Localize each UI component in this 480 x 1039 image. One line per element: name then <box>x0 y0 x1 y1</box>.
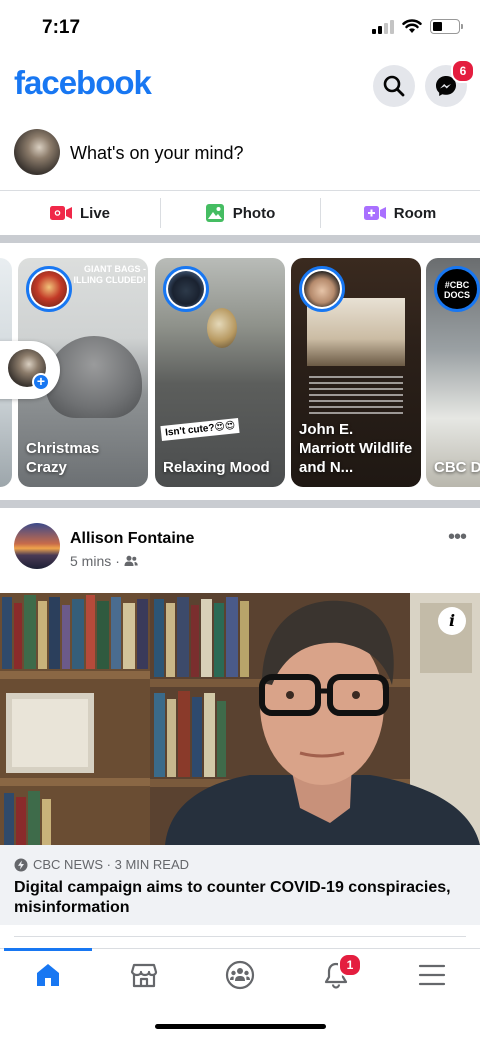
post-author[interactable]: Allison Fontaine <box>70 530 194 548</box>
cellular-signal-icon <box>372 19 394 34</box>
nav-home[interactable] <box>0 948 96 1000</box>
author-avatar[interactable] <box>14 523 60 569</box>
link-source: CBC NEWS · 3 MIN READ <box>14 857 189 872</box>
friends-icon <box>124 555 138 566</box>
user-avatar[interactable] <box>14 129 60 175</box>
story-thumbnail <box>207 308 237 348</box>
room-label: Room <box>393 204 437 222</box>
post-time[interactable]: 5 mins <box>70 553 111 569</box>
notifications-badge: 1 <box>337 953 362 977</box>
messenger-badge: 6 <box>451 59 475 83</box>
status-time: 7:17 <box>42 17 81 38</box>
meta-separator: · <box>115 553 120 569</box>
groups-icon <box>225 960 255 989</box>
nav-menu[interactable] <box>384 949 480 1000</box>
link-title[interactable]: Digital campaign aims to counter COVID-1… <box>14 878 466 918</box>
bottom-nav: 1 <box>0 948 480 1000</box>
story-avatar <box>163 266 209 312</box>
live-label: Live <box>79 204 110 222</box>
story-card[interactable]: Isn't cute?😍😍 Relaxing Mood <box>155 258 285 487</box>
post-header: Allison Fontaine 5 mins · ••• <box>0 508 480 593</box>
link-source-text: CBC NEWS · 3 MIN READ <box>33 857 190 872</box>
link-preview[interactable]: CBC NEWS · 3 MIN READ Digital campaign a… <box>0 845 480 925</box>
nav-notifications[interactable]: 1 <box>288 949 384 1000</box>
nav-groups[interactable] <box>192 949 288 1000</box>
story-name: Relaxing Mood <box>163 459 270 476</box>
photo-icon <box>205 204 224 222</box>
story-card[interactable]: #CBC DOCS CBC D <box>426 258 480 487</box>
live-video-icon <box>49 206 72 220</box>
story-avatar <box>299 266 345 312</box>
battery-icon <box>430 19 463 34</box>
photo-button[interactable]: Photo <box>160 191 320 235</box>
story-name: John E. Marriott Wildlife and N... <box>299 421 413 476</box>
create-story-button[interactable]: + <box>0 341 60 399</box>
story-overlay-text: GIANT BAGS - ILLING CLUDED! <box>73 264 147 285</box>
wifi-icon <box>402 19 422 33</box>
post-photo <box>0 593 480 845</box>
story-name: Christmas Crazy <box>26 440 100 476</box>
story-sticker: Isn't cute?😍😍 <box>160 417 241 442</box>
divider <box>14 936 466 937</box>
search-icon <box>383 75 405 97</box>
story-thumbnail <box>46 336 142 418</box>
room-icon <box>363 206 386 220</box>
live-button[interactable]: Live <box>0 191 160 235</box>
photo-label: Photo <box>232 204 276 222</box>
story-card[interactable]: John E. Marriott Wildlife and N... <box>291 258 421 487</box>
status-bar: 7:17 <box>0 0 480 58</box>
home-icon <box>37 963 59 986</box>
story-caption-lines <box>309 376 403 416</box>
post-meta: 5 mins · <box>70 553 138 569</box>
section-separator <box>0 235 480 243</box>
menu-icon <box>418 964 446 985</box>
composer-actions: Live Photo Room <box>0 191 480 235</box>
story-avatar <box>26 266 72 312</box>
story-name: CBC D <box>434 459 480 476</box>
plus-icon: + <box>32 373 50 391</box>
home-indicator <box>155 1024 326 1029</box>
app-header: facebook 6 <box>0 58 480 118</box>
info-button[interactable]: i <box>438 607 466 635</box>
stories-tray: GIANT BAGS - ILLING CLUDED! Christmas Cr… <box>0 243 480 500</box>
composer[interactable]: What's on your mind? <box>0 118 480 190</box>
messenger-button[interactable]: 6 <box>425 59 475 107</box>
story-avatar: #CBC DOCS <box>434 266 480 312</box>
nav-marketplace[interactable] <box>96 949 192 1000</box>
post-image[interactable]: i <box>0 593 480 845</box>
instant-article-icon <box>14 858 28 871</box>
story-avatar-label: #CBC DOCS <box>439 271 475 307</box>
composer-input[interactable]: What's on your mind? <box>70 143 244 164</box>
marketplace-icon <box>130 963 158 987</box>
room-button[interactable]: Room <box>320 191 480 235</box>
search-button[interactable] <box>373 65 415 107</box>
post-more-button[interactable]: ••• <box>448 526 467 549</box>
section-separator <box>0 500 480 508</box>
facebook-logo[interactable]: facebook <box>14 64 152 102</box>
status-icons <box>372 19 463 34</box>
